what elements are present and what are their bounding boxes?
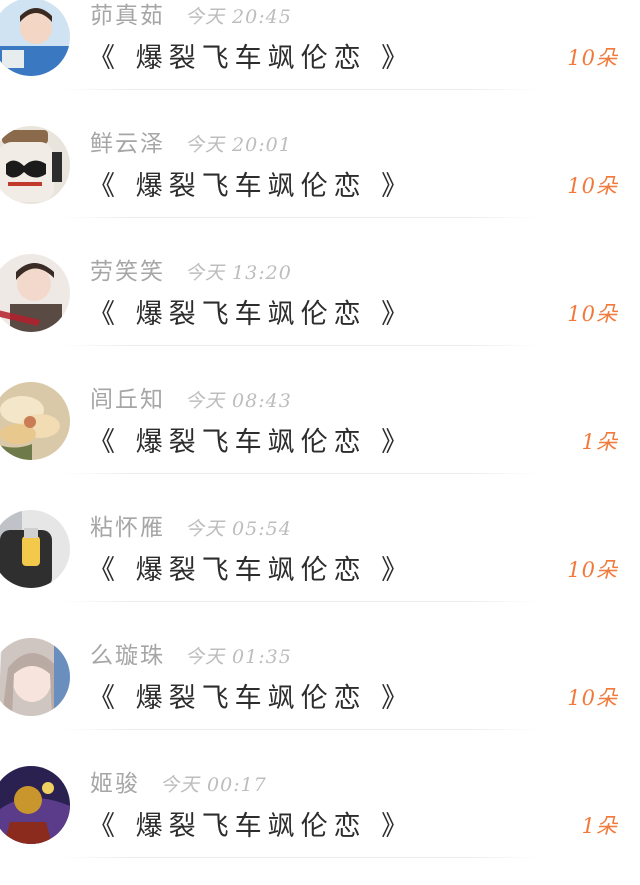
- divider: [60, 857, 540, 858]
- avatar[interactable]: [0, 638, 70, 716]
- work-title[interactable]: 《 爆裂飞车飒伦恋 》: [88, 420, 414, 459]
- list-item[interactable]: 姬骏 今天 00:17 《 爆裂飞车飒伦恋 》 1朵: [0, 730, 640, 858]
- avatar[interactable]: [0, 382, 70, 460]
- user-name[interactable]: 鲜云泽: [90, 124, 165, 158]
- record-meta: 粘怀雁 今天 05:54: [90, 508, 292, 542]
- user-name[interactable]: 姬骏: [90, 764, 140, 798]
- work-title[interactable]: 《 爆裂飞车飒伦恋 》: [88, 548, 414, 587]
- gift-count: 10朵: [567, 558, 618, 582]
- work-title[interactable]: 《 爆裂飞车飒伦恋 》: [88, 164, 414, 203]
- record-meta: 么璇珠 今天 01:35: [90, 636, 292, 670]
- avatar[interactable]: [0, 766, 70, 844]
- list-item[interactable]: 茆真茹 今天 20:45 《 爆裂飞车飒伦恋 》 10朵: [0, 0, 640, 90]
- record-meta: 鲜云泽 今天 20:01: [90, 124, 292, 158]
- gift-count: 10朵: [567, 46, 618, 70]
- user-name[interactable]: 粘怀雁: [90, 508, 165, 542]
- gift-record-list: 茆真茹 今天 20:45 《 爆裂飞车飒伦恋 》 10朵 鲜云泽 今天 20:0…: [0, 0, 640, 858]
- list-item[interactable]: 劳笑笑 今天 13:20 《 爆裂飞车飒伦恋 》 10朵: [0, 218, 640, 346]
- gift-count: 1朵: [581, 430, 618, 454]
- work-title[interactable]: 《 爆裂飞车飒伦恋 》: [88, 292, 414, 331]
- avatar[interactable]: [0, 254, 70, 332]
- gift-count: 10朵: [567, 302, 618, 326]
- timestamp: 今天 01:35: [185, 646, 292, 668]
- user-name[interactable]: 么璇珠: [90, 636, 165, 670]
- user-name[interactable]: 闾丘知: [90, 380, 165, 414]
- timestamp: 今天 20:45: [185, 6, 292, 28]
- timestamp: 今天 08:43: [185, 390, 292, 412]
- work-title[interactable]: 《 爆裂飞车飒伦恋 》: [88, 36, 414, 75]
- list-item[interactable]: 闾丘知 今天 08:43 《 爆裂飞车飒伦恋 》 1朵: [0, 346, 640, 474]
- gift-count: 10朵: [567, 686, 618, 710]
- record-meta: 茆真茹 今天 20:45: [90, 0, 292, 30]
- timestamp: 今天 00:17: [160, 774, 267, 796]
- list-item[interactable]: 么璇珠 今天 01:35 《 爆裂飞车飒伦恋 》 10朵: [0, 602, 640, 730]
- timestamp: 今天 05:54: [185, 518, 292, 540]
- user-name[interactable]: 茆真茹: [90, 0, 165, 30]
- work-title[interactable]: 《 爆裂飞车飒伦恋 》: [88, 676, 414, 715]
- avatar[interactable]: [0, 0, 70, 76]
- list-item[interactable]: 鲜云泽 今天 20:01 《 爆裂飞车飒伦恋 》 10朵: [0, 90, 640, 218]
- record-meta: 劳笑笑 今天 13:20: [90, 252, 292, 286]
- timestamp: 今天 20:01: [185, 134, 292, 156]
- gift-count: 1朵: [581, 814, 618, 838]
- timestamp: 今天 13:20: [185, 262, 292, 284]
- work-title[interactable]: 《 爆裂飞车飒伦恋 》: [88, 804, 414, 843]
- record-meta: 闾丘知 今天 08:43: [90, 380, 292, 414]
- record-meta: 姬骏 今天 00:17: [90, 764, 267, 798]
- gift-count: 10朵: [567, 174, 618, 198]
- user-name[interactable]: 劳笑笑: [90, 252, 165, 286]
- list-item[interactable]: 粘怀雁 今天 05:54 《 爆裂飞车飒伦恋 》 10朵: [0, 474, 640, 602]
- avatar[interactable]: [0, 510, 70, 588]
- avatar[interactable]: [0, 126, 70, 204]
